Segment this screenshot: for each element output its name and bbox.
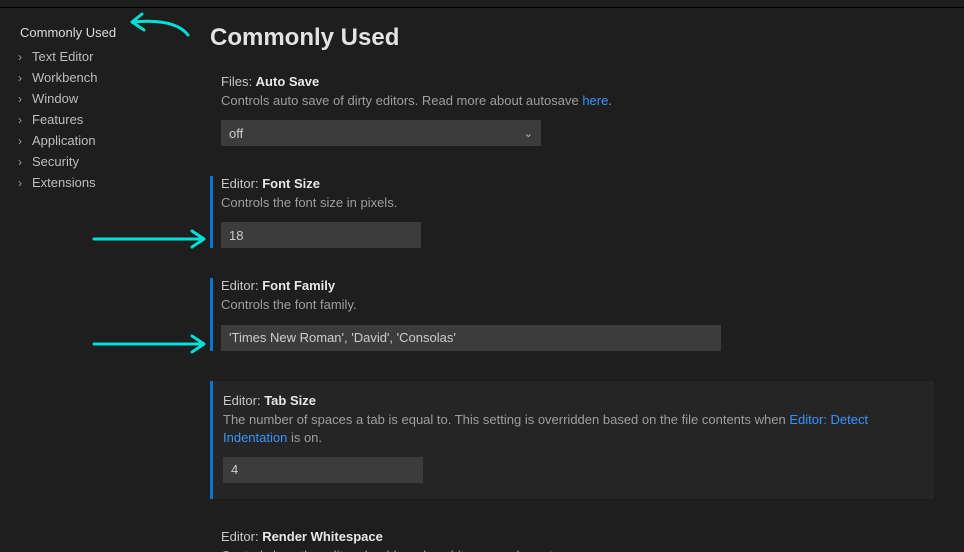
setting-description: Controls how the editor should render wh…	[221, 547, 944, 552]
setting-render-whitespace: Editor: Render Whitespace Controls how t…	[210, 529, 944, 552]
setting-label-scope: Editor:	[221, 176, 262, 191]
chevron-right-icon: ›	[14, 72, 26, 84]
sidebar-item-label: Text Editor	[32, 49, 93, 64]
setting-label: Editor: Render Whitespace	[221, 529, 944, 544]
desc-text: Controls auto save of dirty editors. Rea…	[221, 93, 582, 108]
sidebar-item-extensions[interactable]: › Extensions	[14, 172, 192, 193]
setting-label: Editor: Font Size	[221, 176, 944, 191]
chevron-down-icon: ⌄	[524, 127, 533, 140]
sidebar-item-label: Window	[32, 91, 78, 106]
setting-label: Editor: Font Family	[221, 278, 944, 293]
font-size-input[interactable]	[221, 222, 421, 248]
desc-text: The number of spaces a tab is equal to. …	[223, 412, 789, 427]
sidebar-item-label: Features	[32, 112, 83, 127]
settings-body: Commonly Used Files: Auto Save Controls …	[200, 8, 964, 552]
desc-text: is on.	[287, 430, 322, 445]
select-value: off	[229, 126, 243, 141]
chevron-right-icon: ›	[14, 114, 26, 126]
tab-size-input[interactable]	[223, 457, 423, 483]
setting-tab-size: Editor: Tab Size The number of spaces a …	[210, 381, 934, 499]
setting-label: Files: Auto Save	[221, 74, 944, 89]
setting-label-scope: Files:	[221, 74, 256, 89]
desc-text: .	[608, 93, 612, 108]
sidebar-item-text-editor[interactable]: › Text Editor	[14, 46, 192, 67]
setting-description: Controls auto save of dirty editors. Rea…	[221, 92, 944, 110]
setting-label-scope: Editor:	[223, 393, 264, 408]
chevron-right-icon: ›	[14, 51, 26, 63]
settings-container: Commonly Used › Text Editor › Workbench …	[0, 8, 964, 552]
sidebar-item-label: Security	[32, 154, 79, 169]
auto-save-select[interactable]: off ⌄	[221, 120, 541, 146]
settings-outline: Commonly Used › Text Editor › Workbench …	[0, 8, 200, 552]
setting-label: Editor: Tab Size	[223, 393, 920, 408]
sidebar-item-workbench[interactable]: › Workbench	[14, 67, 192, 88]
setting-label-scope: Editor:	[221, 529, 262, 544]
autosave-help-link[interactable]: here	[582, 93, 608, 108]
sidebar-item-label: Workbench	[32, 70, 98, 85]
setting-description: Controls the font family.	[221, 296, 944, 314]
setting-label-name: Render Whitespace	[262, 529, 383, 544]
setting-label-scope: Editor:	[221, 278, 262, 293]
setting-auto-save: Files: Auto Save Controls auto save of d…	[210, 74, 944, 146]
page-title: Commonly Used	[210, 24, 944, 52]
chevron-right-icon: ›	[14, 156, 26, 168]
setting-description: Controls the font size in pixels.	[221, 194, 944, 212]
setting-label-name: Auto Save	[256, 74, 320, 89]
setting-label-name: Font Family	[262, 278, 335, 293]
setting-font-size: Editor: Font Size Controls the font size…	[210, 176, 944, 248]
setting-label-name: Tab Size	[264, 393, 316, 408]
sidebar-item-commonly-used[interactable]: Commonly Used	[14, 22, 192, 46]
sidebar-item-label: Extensions	[32, 175, 96, 190]
setting-font-family: Editor: Font Family Controls the font fa…	[210, 278, 944, 350]
sidebar-item-label: Application	[32, 133, 96, 148]
title-bar	[0, 0, 964, 8]
sidebar-item-application[interactable]: › Application	[14, 130, 192, 151]
chevron-right-icon: ›	[14, 177, 26, 189]
setting-label-name: Font Size	[262, 176, 320, 191]
sidebar-item-window[interactable]: › Window	[14, 88, 192, 109]
chevron-right-icon: ›	[14, 135, 26, 147]
setting-description: The number of spaces a tab is equal to. …	[223, 411, 920, 447]
chevron-right-icon: ›	[14, 93, 26, 105]
sidebar-item-security[interactable]: › Security	[14, 151, 192, 172]
sidebar-item-features[interactable]: › Features	[14, 109, 192, 130]
font-family-input[interactable]	[221, 325, 721, 351]
